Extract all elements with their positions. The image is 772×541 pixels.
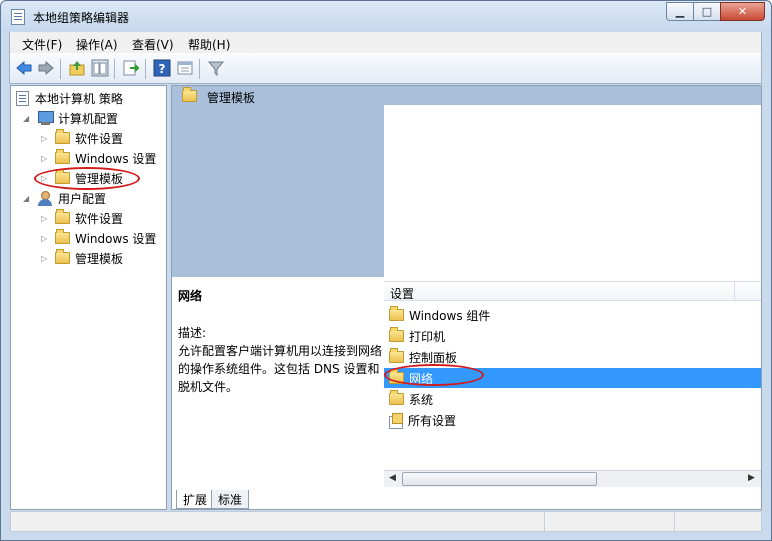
tree-item-label: 软件设置 [75, 131, 124, 146]
tree-pane: 本地计算机 策略 ◢ 计算机配置 ▷ 软件设置 ▷ Windows 设置 ▷ 管… [10, 85, 167, 510]
tree-computer-windows[interactable]: ▷ Windows 设置 [41, 149, 156, 167]
menu-view[interactable]: 查看(V) [132, 36, 174, 53]
column-header-settings[interactable]: 设置 [390, 285, 414, 302]
up-folder-icon[interactable] [68, 59, 86, 77]
description-label: 描述: [178, 326, 207, 340]
description-area: 网络 描述: 允许配置客户端计算机用以连接到网络的操作系统组件。这包括 DNS … [172, 277, 384, 485]
user-icon [37, 190, 53, 206]
tree-user-windows[interactable]: ▷ Windows 设置 [41, 229, 156, 247]
tree-item-label: Windows 设置 [75, 151, 157, 166]
scroll-left-icon[interactable]: ◀ [389, 473, 396, 483]
folder-icon [55, 229, 70, 244]
description-text: 允许配置客户端计算机用以连接到网络的操作系统组件。这包括 DNS 设置和脱机文件… [178, 344, 383, 394]
folder-icon [389, 327, 404, 342]
list-item-label: 所有设置 [408, 413, 457, 428]
horizontal-scrollbar[interactable]: ◀ ▶ [384, 470, 761, 487]
group-policy-app-icon [11, 9, 25, 25]
tree-item-label: 软件设置 [75, 211, 124, 226]
folder-icon [55, 209, 70, 224]
details-header: 管理模板 [172, 86, 761, 105]
expand-arrow-icon[interactable]: ▷ [41, 234, 51, 243]
tree-computer-config[interactable]: ◢ 计算机配置 [23, 109, 118, 127]
show-hide-tree-icon[interactable] [91, 59, 109, 77]
tree-user-admin-templates[interactable]: ▷ 管理模板 [41, 249, 123, 267]
computer-icon [37, 111, 54, 125]
list-item-all-settings[interactable]: 所有设置 [384, 410, 761, 430]
highlight-circle [34, 167, 140, 190]
folder-icon [55, 129, 70, 144]
list-item-label: 打印机 [409, 329, 446, 344]
toolbar: ? [9, 53, 762, 84]
policy-icon [16, 90, 29, 106]
column-divider[interactable] [734, 282, 735, 301]
description-title: 网络 [178, 289, 203, 303]
expand-arrow-icon[interactable]: ▷ [41, 154, 51, 163]
folder-icon [55, 149, 70, 164]
menu-action[interactable]: 操作(A) [76, 36, 118, 53]
collapse-arrow-icon[interactable]: ◢ [23, 114, 33, 123]
list-header[interactable]: 设置 [384, 281, 761, 301]
tab-standard[interactable]: 标准 [211, 490, 250, 509]
minimize-button[interactable]: ▁ [666, 2, 694, 21]
tree-user-software[interactable]: ▷ 软件设置 [41, 209, 123, 227]
collapse-arrow-icon[interactable]: ◢ [23, 194, 33, 203]
tree-root-row[interactable]: 本地计算机 策略 [16, 89, 123, 107]
help-icon[interactable]: ? [153, 59, 171, 77]
window-controls: ▁ □ ✕ [666, 2, 765, 22]
toolbar-separator [60, 59, 61, 79]
folder-icon [389, 306, 404, 321]
status-bar [10, 511, 762, 532]
tab-extended[interactable]: 扩展 [176, 490, 215, 509]
all-settings-icon [389, 412, 403, 429]
details-pane: 管理模板 网络 描述: 允许配置客户端计算机用以连接到网络的操作系统组件。这包括… [171, 85, 762, 510]
settings-list: 设置 Windows 组件 打印机 控制面板 网络 系统 所有设置 [384, 105, 761, 485]
toolbar-separator [114, 59, 115, 79]
list-item-label: 系统 [409, 392, 434, 407]
tree-computer-software[interactable]: ▷ 软件设置 [41, 129, 123, 147]
list-item-printers[interactable]: 打印机 [384, 326, 761, 346]
tree-user-config[interactable]: ◢ 用户配置 [23, 189, 106, 207]
status-segment [674, 512, 762, 531]
list-item-system[interactable]: 系统 [384, 389, 761, 409]
folder-icon [55, 249, 70, 264]
tree-root-label: 本地计算机 策略 [35, 91, 123, 106]
highlight-circle [384, 364, 484, 386]
menu-help[interactable]: 帮助(H) [188, 36, 230, 53]
toolbar-separator [145, 59, 146, 79]
tree-item-label: 管理模板 [75, 251, 124, 266]
list-item-label: 控制面板 [409, 350, 458, 365]
folder-icon [182, 87, 197, 102]
details-header-title: 管理模板 [207, 91, 256, 105]
menu-bar: 文件(F) 操作(A) 查看(V) 帮助(H) [9, 32, 762, 53]
close-button[interactable]: ✕ [720, 2, 765, 21]
view-tabs: 扩展 标准 [172, 487, 761, 509]
list-item-windows-components[interactable]: Windows 组件 [384, 305, 761, 325]
list-item-label: Windows 组件 [409, 308, 491, 323]
back-arrow-icon[interactable] [15, 59, 33, 77]
window-title: 本地组策略编辑器 [33, 11, 130, 25]
main-window: 本地组策略编辑器 ▁ □ ✕ 文件(F) 操作(A) 查看(V) 帮助(H) ?… [0, 0, 772, 541]
folder-icon [389, 390, 404, 405]
title-bar: 本地组策略编辑器 ▁ □ ✕ [1, 1, 771, 32]
expand-arrow-icon[interactable]: ▷ [41, 214, 51, 223]
tree-item-label: Windows 设置 [75, 231, 157, 246]
folder-icon [389, 348, 404, 363]
filter-icon[interactable] [207, 59, 225, 77]
svg-text:?: ? [159, 62, 166, 76]
maximize-button[interactable]: □ [693, 2, 721, 21]
toolbar-separator [199, 59, 200, 79]
tree-user-label: 用户配置 [58, 191, 107, 206]
export-list-icon[interactable] [122, 59, 140, 77]
properties-icon[interactable] [176, 59, 194, 77]
expand-arrow-icon[interactable]: ▷ [41, 254, 51, 263]
header-background [172, 105, 384, 277]
scroll-thumb[interactable] [402, 472, 597, 486]
status-segment [544, 512, 674, 531]
menu-file[interactable]: 文件(F) [22, 36, 62, 53]
expand-arrow-icon[interactable]: ▷ [41, 134, 51, 143]
tree-computer-label: 计算机配置 [58, 111, 119, 126]
forward-arrow-icon[interactable] [37, 59, 55, 77]
scroll-right-icon[interactable]: ▶ [748, 473, 755, 483]
